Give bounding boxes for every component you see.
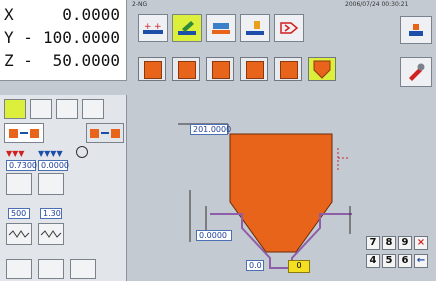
wrench-icon	[409, 63, 425, 81]
add-tool-icon: + +	[143, 22, 163, 34]
punch-to-die-tab[interactable]	[4, 123, 44, 143]
depth-value[interactable]: 0.0000	[196, 230, 232, 241]
svg-text:+: +	[144, 22, 152, 32]
punch-shape-icon	[212, 61, 230, 79]
datetime-label: 2006/07/24 00:30:21	[345, 1, 409, 8]
mode-label: 2-NG	[132, 1, 148, 8]
svg-text:+: +	[154, 22, 162, 32]
arrow-right-icon	[280, 22, 299, 34]
backspace-key[interactable]: ←	[414, 254, 428, 268]
key-5[interactable]: 5	[382, 254, 396, 268]
punch-shape-icon	[144, 61, 162, 79]
marker-red: ▼▼▼	[6, 149, 25, 158]
yellow-marker: 0	[288, 260, 310, 273]
edit-tool-button[interactable]	[172, 14, 202, 42]
bend-icon	[246, 21, 264, 35]
options-button[interactable]	[400, 16, 432, 44]
side-tool-1-button[interactable]	[4, 99, 26, 119]
wave-icon	[8, 230, 30, 238]
bottom-value[interactable]: 0.0	[246, 260, 264, 271]
add-tool-button[interactable]: + +	[138, 14, 168, 42]
bottom-tool-1-button[interactable]	[6, 259, 32, 279]
die-punch-icon	[90, 129, 120, 138]
punch-shape-icon	[280, 61, 298, 79]
pencil-icon	[178, 21, 196, 35]
z-axis-label: Z -	[4, 51, 33, 70]
punch-die-icon	[9, 129, 39, 138]
side-tool-3-button[interactable]	[56, 99, 78, 119]
width-value[interactable]: 201.0000	[190, 124, 231, 135]
field-3[interactable]: 500	[8, 208, 30, 219]
y-coordinate: Y - 100.0000	[0, 27, 126, 49]
punch-shape-icon	[178, 61, 196, 79]
clock-icon	[76, 146, 88, 158]
punch-slot-6[interactable]	[308, 57, 336, 81]
punch-slot-5[interactable]	[274, 57, 302, 81]
key-4[interactable]: 4	[366, 254, 380, 268]
x-axis-label: X	[4, 5, 14, 24]
wave-icon	[40, 230, 62, 238]
tool-list-button[interactable]	[206, 14, 236, 42]
tool-setup-button[interactable]	[400, 57, 432, 87]
z-coordinate: Z - 50.0000	[0, 50, 126, 72]
punch-slot-1[interactable]	[138, 57, 166, 81]
bottom-tool-2-button[interactable]	[38, 259, 64, 279]
clear-key[interactable]: ×	[414, 236, 428, 250]
punch-shape-selected-icon	[313, 60, 331, 79]
marker-blue: ▼▼▼▼	[38, 149, 63, 158]
z-axis-value: 50.0000	[52, 51, 120, 70]
field-4[interactable]: 1.30	[40, 208, 62, 219]
x-axis-value: 0.0000	[62, 5, 120, 24]
y-axis-value: 100.0000	[42, 28, 120, 47]
punch-slot-3[interactable]	[206, 57, 234, 81]
x-coordinate: X 0.0000	[0, 4, 126, 26]
mode-b-button[interactable]	[38, 173, 64, 195]
wave-a-button[interactable]	[6, 223, 32, 245]
field-2[interactable]: 0.0000	[38, 160, 69, 171]
key-6[interactable]: 6	[398, 254, 412, 268]
bend-tool-button[interactable]	[240, 14, 270, 42]
next-button[interactable]	[274, 14, 304, 42]
key-8[interactable]: 8	[382, 236, 396, 250]
bottom-tool-3-button[interactable]	[70, 259, 96, 279]
tooling-diagram	[178, 123, 352, 269]
punch-shape-icon	[246, 61, 264, 79]
y-axis-label: Y -	[4, 28, 33, 47]
tool-list-icon	[212, 23, 230, 34]
mode-a-button[interactable]	[6, 173, 32, 195]
tool-settings-icon	[409, 24, 423, 36]
punch-slot-2[interactable]	[172, 57, 200, 81]
wave-b-button[interactable]	[38, 223, 64, 245]
side-panel: ▼▼▼ ▼▼▼▼ 0.7300 0.0000 500 1.30	[0, 95, 127, 281]
punch-slot-4[interactable]	[240, 57, 268, 81]
field-1[interactable]: 0.7300	[6, 160, 37, 171]
die-to-punch-tab[interactable]	[86, 123, 124, 143]
key-9[interactable]: 9	[398, 236, 412, 250]
side-tool-4-button[interactable]	[82, 99, 104, 119]
coordinate-readout: X 0.0000 Y - 100.0000 Z - 50.0000	[0, 0, 127, 81]
side-tool-2-button[interactable]	[30, 99, 52, 119]
key-7[interactable]: 7	[366, 236, 380, 250]
